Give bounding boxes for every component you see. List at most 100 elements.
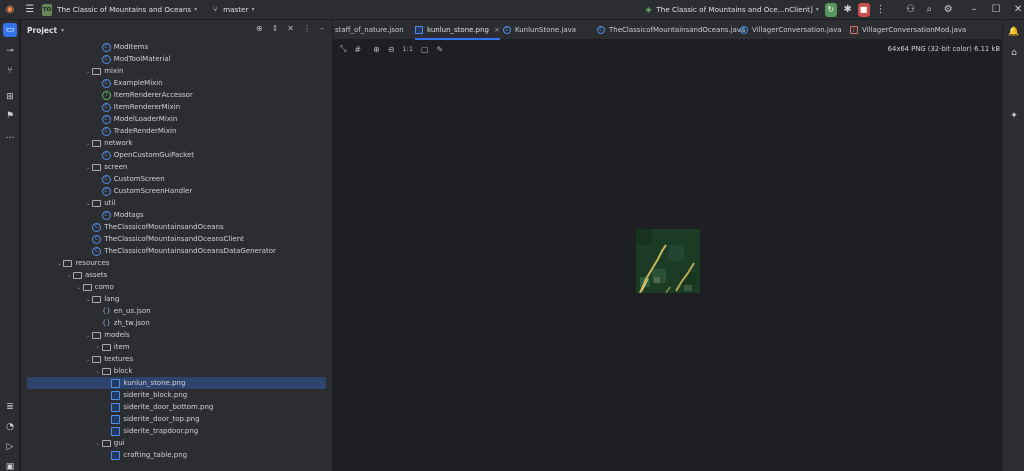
chevron-down-icon[interactable]: ⌄: [84, 296, 92, 303]
chevron-down-icon[interactable]: ⌄: [84, 200, 92, 207]
editor-tab[interactable]: kunlun_stone.png ×: [415, 20, 500, 40]
rerun-button[interactable]: ↻: [824, 2, 837, 17]
chevron-down-icon[interactable]: ⌄: [84, 164, 92, 171]
tree-item[interactable]: I ItemRendererAccessor: [21, 89, 332, 101]
editor-tab[interactable]: staff_of_nature.json: [335, 20, 404, 40]
tree-item[interactable]: ⌄ textures: [21, 353, 332, 365]
tree-item[interactable]: ⌄ gui: [21, 437, 332, 449]
project-tool-icon[interactable]: ▭: [3, 23, 17, 37]
editor-tab[interactable]: C TheClassicofMountainsandOceans.java: [597, 20, 745, 40]
close-icon[interactable]: ✕: [1012, 3, 1024, 17]
close-tab-icon[interactable]: ×: [494, 26, 500, 34]
todo-icon[interactable]: ≣: [3, 400, 17, 414]
chevron-down-icon[interactable]: ⌄: [84, 140, 92, 147]
tree-item[interactable]: {} en_us.json: [21, 305, 332, 317]
tree-item[interactable]: C CustomScreen: [21, 173, 332, 185]
minimize-icon[interactable]: –: [968, 3, 980, 17]
tree-item[interactable]: ⌄ resources: [21, 257, 332, 269]
tree-item[interactable]: › item: [21, 341, 332, 353]
terminal-icon[interactable]: ▣: [3, 460, 17, 471]
tree-item[interactable]: C CustomScreenHandler: [21, 185, 332, 197]
chevron-down-icon[interactable]: ⌄: [55, 260, 63, 267]
commit-icon[interactable]: ⊸: [3, 44, 17, 58]
tree-item[interactable]: ⌄ block: [21, 365, 332, 377]
structure-icon[interactable]: ⊞: [3, 90, 17, 104]
tree-item[interactable]: ⌄ util: [21, 197, 332, 209]
chevron-down-icon[interactable]: ▾: [194, 6, 197, 13]
tree-item[interactable]: crafting_table.png: [21, 449, 332, 461]
tree-item[interactable]: ⌄ como: [21, 281, 332, 293]
more-tools-icon[interactable]: …: [3, 129, 17, 143]
tree-item[interactable]: ⌄ network: [21, 137, 332, 149]
chevron-down-icon[interactable]: ⌄: [84, 68, 92, 75]
main-menu-icon[interactable]: ☰: [24, 3, 36, 17]
project-name[interactable]: The Classic of Mountains and Oceans: [57, 5, 191, 14]
settings-gear-icon[interactable]: ⚙: [942, 3, 954, 17]
expand-icon[interactable]: ⇕: [272, 24, 279, 33]
chevron-down-icon[interactable]: ▾: [251, 6, 254, 13]
chevron-down-icon[interactable]: ⌄: [94, 440, 102, 447]
grid-icon[interactable]: #: [354, 45, 361, 54]
zoom-in-icon[interactable]: ⊕: [373, 45, 380, 54]
tree-item[interactable]: siderite_door_bottom.png: [21, 401, 332, 413]
tree-item[interactable]: kunlun_stone.png: [27, 377, 326, 389]
tree-item[interactable]: C Modtags: [21, 209, 332, 221]
tree-item[interactable]: C TheClassicofMountainsandOceans: [21, 221, 332, 233]
maximize-icon[interactable]: ☐: [990, 3, 1002, 17]
hide-icon[interactable]: –: [320, 24, 324, 33]
collapse-icon[interactable]: ✕: [287, 24, 294, 33]
search-icon[interactable]: ⌕: [923, 3, 935, 17]
tree-item[interactable]: {} zh_tw.json: [21, 317, 332, 329]
run-tool-icon[interactable]: ▷: [3, 440, 17, 454]
tree-item[interactable]: C TheClassicofMountainsandOceansDataGener…: [21, 245, 332, 257]
stop-button[interactable]: ■: [857, 2, 870, 17]
tree-item[interactable]: siderite_trapdoor.png: [21, 425, 332, 437]
tree-item[interactable]: C ModItems: [21, 41, 332, 53]
add-user-icon[interactable]: ⚇: [904, 3, 916, 17]
tree-item[interactable]: siderite_block.png: [21, 389, 332, 401]
gradle-icon[interactable]: ⌂: [1007, 46, 1021, 60]
tree-item[interactable]: C TheClassicofMountainsandOceansClient: [21, 233, 332, 245]
editor-tab[interactable]: C VillagerConversation.java: [740, 20, 842, 40]
debug-icon[interactable]: ✱: [842, 3, 854, 17]
chevron-down-icon[interactable]: ⌄: [94, 368, 102, 375]
chevron-down-icon[interactable]: ▾: [816, 6, 819, 13]
tree-item[interactable]: C ModToolMaterial: [21, 53, 332, 65]
editor-tab[interactable]: J VillagerConversationMod.java: [850, 20, 966, 40]
color-picker-icon[interactable]: ✎: [437, 45, 444, 54]
notifications-icon[interactable]: 🔔: [1007, 25, 1021, 39]
tree-item[interactable]: C TradeRenderMixin: [21, 125, 332, 137]
chevron-down-icon[interactable]: ⌄: [84, 332, 92, 339]
project-badge[interactable]: TO: [41, 3, 53, 16]
app-logo-icon[interactable]: ◉: [4, 3, 16, 17]
zoom-out-icon[interactable]: ⊖: [388, 45, 395, 54]
actual-size-button[interactable]: 1:1: [403, 45, 413, 53]
chevron-right-icon[interactable]: ›: [94, 344, 102, 351]
ai-assistant-icon[interactable]: ✦: [1007, 109, 1021, 123]
branch-name[interactable]: master: [223, 5, 248, 14]
locate-icon[interactable]: ⊕: [256, 24, 263, 33]
run-config-selector[interactable]: The Classic of Mountains and Oce...nClie…: [656, 5, 812, 14]
pull-requests-icon[interactable]: ⑂: [3, 64, 17, 78]
background-toggle-icon[interactable]: ▢: [421, 45, 429, 54]
project-panel-title[interactable]: Project: [27, 26, 57, 35]
tree-item[interactable]: C ItemRendererMixin: [21, 101, 332, 113]
tree-item[interactable]: ⌄ lang: [21, 293, 332, 305]
chevron-down-icon[interactable]: ⌄: [65, 272, 73, 279]
chevron-down-icon[interactable]: ▾: [61, 27, 64, 34]
tree-item[interactable]: ⌄ assets: [21, 269, 332, 281]
tree-item[interactable]: ⌄ screen: [21, 161, 332, 173]
services-icon[interactable]: ◔: [3, 420, 17, 434]
fit-screen-icon[interactable]: ⤡: [340, 44, 346, 54]
more-actions-icon[interactable]: ⋮: [875, 3, 887, 17]
chevron-down-icon[interactable]: ⌄: [75, 284, 83, 291]
tree-item[interactable]: C OpenCustomGuiPacket: [21, 149, 332, 161]
tree-item[interactable]: siderite_door_top.png: [21, 413, 332, 425]
tree-item[interactable]: ⌄ mixin: [21, 65, 332, 77]
tree-item[interactable]: ⌄ models: [21, 329, 332, 341]
editor-tab[interactable]: C KunlunStone.java: [503, 20, 576, 40]
tree-item[interactable]: C ModelLoaderMixin: [21, 113, 332, 125]
tree-item[interactable]: C ExampleMixin: [21, 77, 332, 89]
bookmarks-icon[interactable]: ⚑: [3, 109, 17, 123]
options-icon[interactable]: ⋮: [303, 24, 311, 33]
